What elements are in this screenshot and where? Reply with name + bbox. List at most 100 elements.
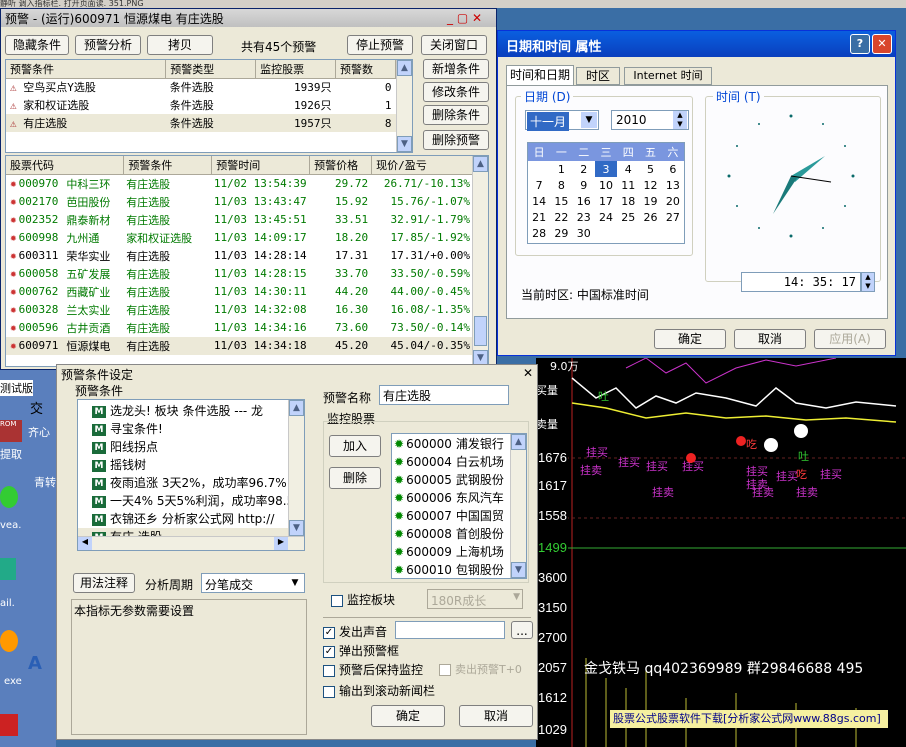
calendar-day[interactable]: 13 [662,177,684,193]
calendar-day[interactable]: 12 [639,177,661,193]
list-item[interactable]: M 衣锦还乡 分析家公式网 http:// [78,510,304,528]
table-row[interactable]: ⚠ 空鸟买点Y选股 条件选股 1939只 0 [6,78,396,96]
year-stepper[interactable]: 2010 ▲ ▼ [611,110,689,130]
add-stock-button[interactable]: 加入 [329,435,381,457]
app-icon[interactable]: ROM [0,420,22,442]
close-window-button[interactable]: 关闭窗口 [421,35,487,55]
col-header[interactable]: 预警时间 [211,156,311,175]
table-row[interactable]: ✹ 000596 古井贡酒 有庄选股 11/03 14:34:16 73.60 73.50/… [6,319,474,337]
scrollbar[interactable]: ▲ ▼ [472,156,488,366]
apply-button[interactable]: 应用(A) [814,329,886,349]
calendar-day[interactable]: 18 [617,193,639,209]
font-icon[interactable]: A [28,653,42,674]
scrollbar[interactable]: ▲ ▼ [510,434,526,578]
calendar-day[interactable]: 7 [528,177,550,193]
qq-icon[interactable] [0,630,18,652]
table-row[interactable]: ✹ 600971 恒源煤电 有庄选股 11/03 14:34:18 45.20 45.04/… [6,336,474,355]
green-app-icon[interactable] [0,486,18,508]
stock-chart[interactable]: 9.0万 买量 卖量 吐 吐 吃 吃 挂买 挂买 挂买 挂买 挂买 挂买 挂买 … [536,358,906,747]
chevron-down-icon[interactable]: ▼ [513,592,520,602]
col-header[interactable]: 预警数 [335,60,396,79]
col-header[interactable]: 股票代码 [6,156,125,175]
close-icon[interactable]: ✕ [872,34,892,54]
calendar-day[interactable]: 9 [573,177,595,193]
table-row[interactable]: ✹ 600328 兰太实业 有庄选股 11/03 14:32:08 16.30 16.08/… [6,301,474,319]
calendar-day[interactable]: 16 [573,193,595,209]
spinner-icon[interactable]: ▲ ▼ [673,111,687,129]
tab-internet-time[interactable]: Internet 时间 [624,67,712,85]
calendar-day[interactable]: 11 [617,177,639,193]
sell-alert-checkbox[interactable]: 卖出预警T+0 [439,661,522,677]
close-icon[interactable]: ✕ [523,366,533,380]
table-row[interactable]: ✹ 600311 荣华实业 有庄选股 11/03 14:28:14 17.31 17.31/… [6,247,474,265]
cancel-button[interactable]: 取消 [734,329,806,349]
scrollbar[interactable]: ▲ ▼ [288,400,304,536]
calendar-day[interactable]: 20 [662,193,684,209]
table-row[interactable]: ✹ 002170 芭田股份 有庄选股 11/03 13:43:47 15.92 15.76/… [6,193,474,211]
calendar-day[interactable]: 24 [595,209,617,225]
list-item[interactable]: ✹ 600005 武钢股份 [392,471,526,489]
cancel-button[interactable]: 取消 [459,705,533,727]
calendar-day[interactable]: 10 [595,177,617,193]
col-header[interactable]: 监控股票 [255,60,337,79]
list-item[interactable]: M 摇钱树 [78,456,304,474]
popup-checkbox[interactable]: ✓ 弹出预警框 [323,642,399,659]
tab-timezone[interactable]: 时区 [576,67,620,85]
list-item[interactable]: M 一天4% 5天5%利润，成功率98.52 [78,492,304,510]
list-item[interactable]: ✹ 600004 白云机场 [392,453,526,471]
table-row[interactable]: ⚠ 有庄选股 条件选股 1957只 8 [6,114,396,132]
list-item[interactable]: ✹ 600000 浦发银行 [392,435,526,453]
keep-monitor-checkbox[interactable]: 预警后保持监控 [323,661,423,678]
hscrollbar[interactable]: ◀ ▶ [78,536,304,550]
chevron-down-icon[interactable]: ▼ [581,112,597,128]
remove-stock-button[interactable]: 删除 [329,467,381,489]
calendar-day[interactable]: 1 [550,161,572,177]
stop-alert-button[interactable]: 停止预警 [347,35,413,55]
chevron-down-icon[interactable]: ▼ [287,575,303,591]
calendar-day[interactable]: 23 [573,209,595,225]
list-item[interactable]: ✹ 600009 上海机场 [392,543,526,561]
hide-conditions-button[interactable]: 隐藏条件 [5,35,69,55]
calendar-day[interactable]: 2 [573,161,595,177]
calendar-day[interactable]: 25 [617,209,639,225]
copy-button[interactable]: 拷贝 [147,35,213,55]
alert-analysis-button[interactable]: 预警分析 [75,35,141,55]
calendar-day[interactable]: 29 [550,225,572,241]
calendar-day[interactable]: 4 [617,161,639,177]
table-row[interactable]: ✹ 600998 九州通 家和权证选股 11/03 14:09:17 18.20 17.85… [6,229,474,247]
edit-condition-button[interactable]: 修改条件 [423,82,489,102]
col-header[interactable]: 现价/盈亏 [371,156,474,175]
block-select[interactable]: 180R成长 ▼ [427,589,523,609]
list-item[interactable]: ✹ 600010 包钢股份 [392,561,526,578]
list-item[interactable]: M 阳线拐点 [78,438,304,456]
calendar-day[interactable]: 17 [595,193,617,209]
scrollbar[interactable]: ▲ ▼ [396,60,412,152]
monitor-stock-list[interactable]: ✹ 600000 浦发银行 ✹ 600004 白云机场 ✹ 600005 武钢股份 ✹ 600006… [391,433,527,579]
condition-list[interactable]: M 选龙头! 板块 条件选股 --- 龙 M 寻宝条件! M 阳线拐点 M 摇钱树 M 夜雨追涨 … [77,399,305,551]
calendar-day[interactable]: 19 [639,193,661,209]
col-header[interactable]: 预警条件 [123,156,213,175]
sound-checkbox[interactable]: ✓ 发出声音 [323,623,387,640]
cards-icon[interactable] [0,714,18,736]
tab-datetime[interactable]: 时间和日期 [506,65,574,85]
calendar-day[interactable]: 30 [573,225,595,241]
list-item[interactable]: ✹ 600007 中国国贸 [392,507,526,525]
table-row[interactable]: ✹ 000762 西藏矿业 有庄选股 11/03 14:30:11 44.20 44.00/… [6,283,474,301]
col-header[interactable]: 预警类型 [165,60,257,79]
list-item[interactable]: M 寻宝条件! [78,420,304,438]
delete-alert-button[interactable]: 删除预警 [423,130,489,150]
list-item[interactable]: ✹ 600008 首创股份 [392,525,526,543]
list-item[interactable]: M 夜雨追涨 3天2%，成功率96.7% [78,474,304,492]
col-header[interactable]: 预警价格 [309,156,373,175]
calendar-day[interactable]: 14 [528,193,550,209]
alert-name-input[interactable]: 有庄选股 [379,385,509,405]
add-condition-button[interactable]: 新增条件 [423,59,489,79]
calendar-day[interactable]: 27 [662,209,684,225]
list-item[interactable]: M 选龙头! 板块 条件选股 --- 龙 [78,402,304,420]
calendar-day[interactable]: 21 [528,209,550,225]
calendar-day[interactable]: 3 [594,161,618,177]
calendar-day[interactable]: 15 [550,193,572,209]
calendar-day[interactable]: 8 [550,177,572,193]
calendar-day[interactable]: 5 [639,161,661,177]
footer-banner[interactable]: 股票公式股票软件下载[分析家公式网www.88gs.com] [610,710,888,728]
